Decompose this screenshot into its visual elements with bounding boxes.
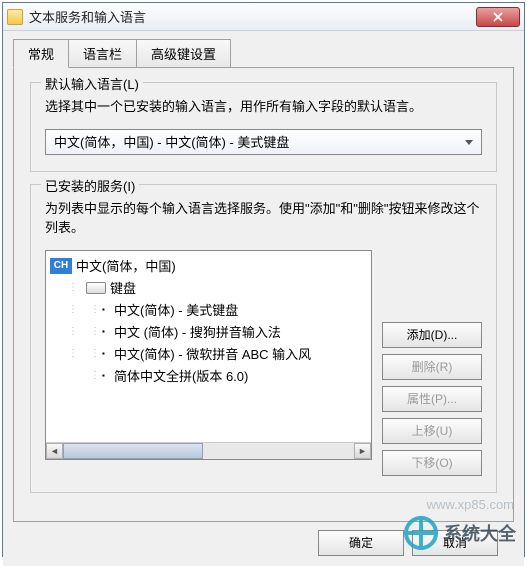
window-title: 文本服务和输入语言 bbox=[29, 7, 476, 26]
tab-advanced-keys[interactable]: 高级键设置 bbox=[136, 39, 231, 68]
tree-connector: ⋮ bbox=[68, 348, 77, 359]
titlebar: 文本服务和输入语言 bbox=[3, 3, 524, 31]
scroll-right-button[interactable]: ► bbox=[354, 443, 371, 459]
group-description: 选择其中一个已安装的输入语言，用作所有输入字段的默认语言。 bbox=[45, 97, 482, 117]
add-button[interactable]: 添加(D)... bbox=[382, 322, 482, 348]
close-icon bbox=[493, 12, 503, 22]
button-column: 添加(D)... 删除(R) 属性(P)... 上移(U) 下移(O) bbox=[382, 250, 482, 476]
tab-panel: 默认输入语言(L) 选择其中一个已安装的输入语言，用作所有输入字段的默认语言。 … bbox=[13, 67, 514, 522]
combo-value: 中文(简体，中国) - 中文(简体) - 美式键盘 bbox=[54, 132, 289, 151]
tab-label: 高级键设置 bbox=[151, 47, 216, 62]
tree-connector: ⋮ bbox=[90, 370, 99, 381]
dialog-body: 常规 语言栏 高级键设置 默认输入语言(L) 选择其中一个已安装的输入语言，用作… bbox=[3, 31, 524, 566]
tree-connector: ⋮ bbox=[68, 326, 77, 337]
tree-connector: ⋮ bbox=[68, 304, 77, 315]
tree-content: CH 中文(简体，中国) ⋮ 键盘 ⋮ ⋮ 中文(简体) - 美式键盘 bbox=[46, 251, 371, 391]
watermark-text: 系统大全 bbox=[444, 520, 516, 546]
tree-item[interactable]: ⋮ 简体中文全拼(版本 6.0) bbox=[50, 365, 367, 387]
group-description: 为列表中显示的每个输入语言选择服务。使用"添加"和"删除"按钮来修改这个列表。 bbox=[45, 199, 482, 238]
services-tree[interactable]: CH 中文(简体，中国) ⋮ 键盘 ⋮ ⋮ 中文(简体) - 美式键盘 bbox=[45, 250, 372, 460]
group-title: 默认输入语言(L) bbox=[41, 74, 143, 93]
watermark-logo-icon bbox=[404, 516, 438, 550]
button-label: 下移(O) bbox=[411, 454, 452, 471]
scroll-track[interactable] bbox=[63, 443, 354, 459]
button-label: 添加(D)... bbox=[407, 326, 458, 343]
tree-label: 中文(简体) - 美式键盘 bbox=[114, 300, 238, 319]
default-language-group: 默认输入语言(L) 选择其中一个已安装的输入语言，用作所有输入字段的默认语言。 … bbox=[30, 82, 497, 172]
horizontal-scrollbar[interactable]: ◄ ► bbox=[46, 442, 371, 459]
tab-label: 语言栏 bbox=[83, 47, 122, 62]
moveup-button[interactable]: 上移(U) bbox=[382, 418, 482, 444]
services-row: CH 中文(简体，中国) ⋮ 键盘 ⋮ ⋮ 中文(简体) - 美式键盘 bbox=[45, 250, 482, 476]
tabstrip: 常规 语言栏 高级键设置 bbox=[13, 39, 514, 68]
tree-item[interactable]: ⋮ ⋮ 中文 (简体) - 搜狗拼音输入法 bbox=[50, 321, 367, 343]
tree-connector: ⋮ bbox=[68, 282, 77, 293]
tree-item[interactable]: ⋮ ⋮ 中文(简体) - 微软拼音 ABC 输入风 bbox=[50, 343, 367, 365]
button-label: 删除(R) bbox=[412, 358, 453, 375]
movedown-button[interactable]: 下移(O) bbox=[382, 450, 482, 476]
tab-language-bar[interactable]: 语言栏 bbox=[68, 39, 137, 68]
remove-button[interactable]: 删除(R) bbox=[382, 354, 482, 380]
watermark: 系统大全 bbox=[404, 516, 516, 550]
tree-connector: ⋮ bbox=[90, 348, 99, 359]
watermark-url: www.xp85.com bbox=[427, 497, 514, 512]
tree-label: 键盘 bbox=[110, 278, 136, 297]
tree-root[interactable]: CH 中文(简体，中国) bbox=[50, 255, 367, 277]
tab-label: 常规 bbox=[28, 47, 54, 62]
scroll-thumb[interactable] bbox=[63, 443, 203, 459]
group-title: 已安装的服务(I) bbox=[41, 176, 139, 195]
ok-button[interactable]: 确定 bbox=[318, 530, 404, 556]
button-label: 属性(P)... bbox=[407, 390, 457, 407]
close-button[interactable] bbox=[476, 7, 520, 27]
scroll-left-button[interactable]: ◄ bbox=[46, 443, 63, 459]
tree-label: 中文(简体) - 微软拼音 ABC 输入风 bbox=[114, 344, 311, 363]
dialog-window: 文本服务和输入语言 常规 语言栏 高级键设置 默认输入语言(L) 选择其中一个已… bbox=[2, 2, 525, 557]
tab-general[interactable]: 常规 bbox=[13, 39, 69, 68]
tree-label: 简体中文全拼(版本 6.0) bbox=[114, 366, 248, 385]
installed-services-group: 已安装的服务(I) 为列表中显示的每个输入语言选择服务。使用"添加"和"删除"按… bbox=[30, 184, 497, 493]
button-label: 上移(U) bbox=[412, 422, 453, 439]
properties-button[interactable]: 属性(P)... bbox=[382, 386, 482, 412]
tree-label: 中文(简体，中国) bbox=[76, 256, 176, 275]
app-icon bbox=[7, 9, 23, 25]
default-language-combo[interactable]: 中文(简体，中国) - 中文(简体) - 美式键盘 bbox=[45, 129, 482, 155]
tree-connector: ⋮ bbox=[90, 304, 99, 315]
button-label: 确定 bbox=[349, 534, 373, 551]
lang-badge: CH bbox=[50, 258, 72, 274]
tree-keyboard-node[interactable]: ⋮ 键盘 bbox=[50, 277, 367, 299]
keyboard-icon bbox=[86, 282, 106, 294]
tree-item[interactable]: ⋮ ⋮ 中文(简体) - 美式键盘 bbox=[50, 299, 367, 321]
tree-connector: ⋮ bbox=[90, 326, 99, 337]
tree-label: 中文 (简体) - 搜狗拼音输入法 bbox=[114, 322, 281, 341]
